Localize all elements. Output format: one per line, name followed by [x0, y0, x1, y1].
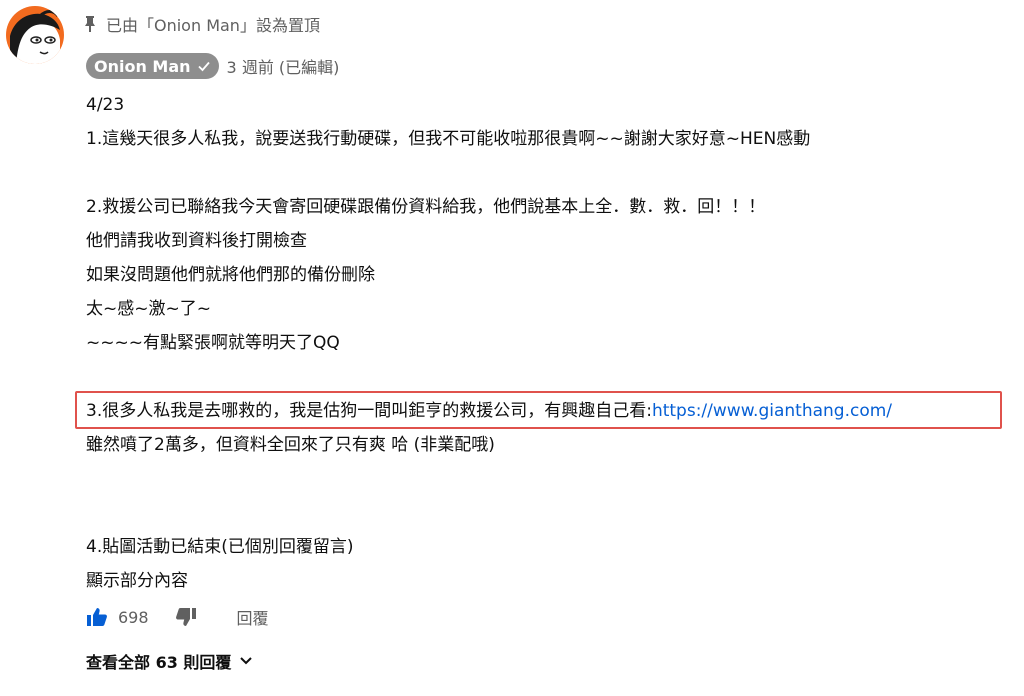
- comment-timestamp[interactable]: 3 週前 (已編輯): [227, 54, 340, 78]
- highlight-annotation: [75, 391, 1002, 429]
- comment-line-3: 他們請我收到資料後打開檢查: [86, 231, 307, 251]
- comment-line-2: 2.救援公司已聯絡我今天會寄回硬碟跟備份資料給我，他們說基本上全．數．救．回！！…: [86, 197, 766, 217]
- comment-line-5: 太~感~激~了~: [86, 299, 211, 319]
- comment-actions: 698 回覆: [86, 604, 269, 630]
- view-replies-label: 查看全部 63 則回覆: [86, 653, 232, 672]
- comment-line-8: 雖然噴了2萬多，但資料全回來了只有爽 哈 (非業配哦): [86, 435, 495, 455]
- view-replies-button[interactable]: 查看全部 63 則回覆: [86, 647, 253, 675]
- avatar-onion-man-icon: [6, 6, 64, 64]
- comment-line-9: 4.貼圖活動已結束(已個別回覆留言): [86, 537, 354, 557]
- comment-line-date: 4/23: [86, 95, 125, 115]
- reply-button[interactable]: 回覆: [237, 605, 269, 629]
- comment-line-6: ~~~~有點緊張啊就等明天了QQ: [86, 333, 340, 353]
- comment-header: Onion Man 3 週前 (已編輯): [86, 52, 339, 80]
- check-icon: [197, 61, 210, 72]
- author-chip[interactable]: Onion Man: [86, 53, 219, 79]
- show-less-button[interactable]: 顯示部分內容: [86, 564, 1006, 598]
- pinned-text: 已由「Onion Man」設為置頂: [106, 16, 320, 35]
- comment-body: 4/23 1.這幾天很多人私我，說要送我行動硬碟，但我不可能收啦那很貴啊~~謝謝…: [86, 88, 1006, 598]
- comment-line-4: 如果沒問題他們就將他們那的備份刪除: [86, 265, 375, 285]
- like-count: 698: [118, 607, 149, 627]
- thumbs-up-icon[interactable]: [86, 606, 108, 628]
- avatar[interactable]: [6, 6, 64, 64]
- chevron-down-icon: [240, 657, 253, 665]
- author-name: Onion Man: [94, 56, 191, 76]
- pinned-notice: 已由「Onion Man」設為置頂: [84, 12, 320, 36]
- pin-icon: [85, 16, 95, 32]
- comment-thread: 已由「Onion Man」設為置頂 Onion Man 3 週前 (已編輯) 4…: [0, 0, 1024, 696]
- comment-line-1: 1.這幾天很多人私我，說要送我行動硬碟，但我不可能收啦那很貴啊~~謝謝大家好意~…: [86, 129, 811, 149]
- thumbs-down-icon[interactable]: [175, 606, 197, 628]
